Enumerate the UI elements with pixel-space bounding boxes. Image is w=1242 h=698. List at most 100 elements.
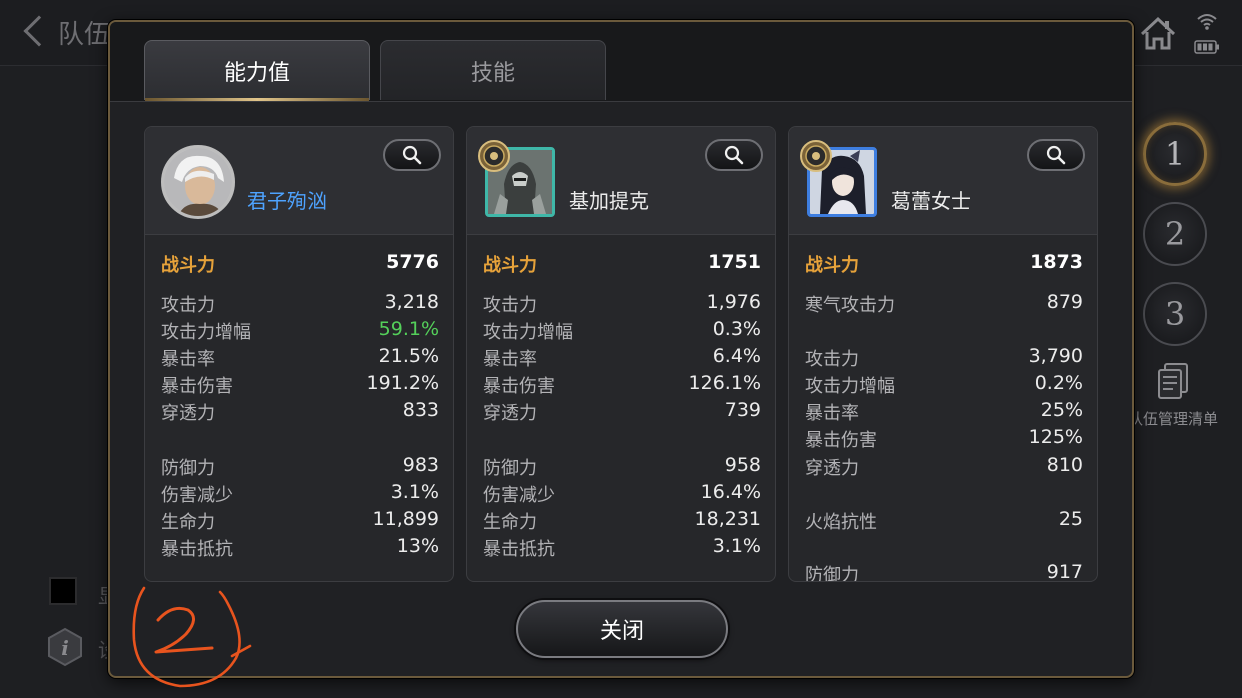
- stat-row: 穿透力 739: [483, 399, 761, 425]
- stat-row: 伤害减少 16.4%: [483, 481, 761, 507]
- hero-portrait: [161, 145, 235, 219]
- stat-value: 25%: [1040, 399, 1083, 421]
- stat-value: 125%: [1028, 426, 1083, 448]
- stat-value: 3,790: [1028, 345, 1083, 367]
- stat-label: 暴击伤害: [161, 376, 233, 397]
- stat-label: 暴击率: [805, 403, 859, 424]
- hero-card-2: 基加提克 战斗力 1751 攻击力 1,976 攻击力增幅 0.3% 暴击率 6.4% …: [466, 126, 776, 582]
- battery-icon: [1194, 40, 1219, 54]
- hero-detail-search-button[interactable]: [705, 139, 763, 171]
- stat-row: 穿透力 833: [161, 399, 439, 425]
- stat-value: 13%: [396, 535, 439, 557]
- stat-label: 战斗力: [483, 255, 537, 276]
- home-icon[interactable]: [1138, 14, 1178, 54]
- stat-label: 攻击力: [161, 295, 215, 316]
- back-arrow-icon[interactable]: [23, 15, 55, 47]
- team-management-label[interactable]: 队伍管理清单: [1128, 408, 1218, 429]
- stat-row: 战斗力 1751: [483, 251, 761, 277]
- stat-row: 攻击力 1,976: [483, 291, 761, 317]
- stat-label: 暴击伤害: [805, 430, 877, 451]
- stat-row: 攻击力增幅 0.3%: [483, 318, 761, 344]
- clipboard-list-icon[interactable]: [1155, 362, 1193, 402]
- stat-row: 暴击伤害 126.1%: [483, 372, 761, 398]
- stat-label: 战斗力: [161, 255, 215, 276]
- stat-value: 1751: [708, 251, 761, 273]
- stat-row: 防御力 983: [161, 454, 439, 480]
- stat-value: 879: [1046, 291, 1083, 313]
- stat-value: 3,218: [384, 291, 439, 313]
- stat-row: 战斗力 5776: [161, 251, 439, 277]
- hero-card-header: 基加提克: [467, 127, 775, 235]
- stat-value: 739: [724, 399, 761, 421]
- stat-value: 25: [1058, 508, 1083, 530]
- stat-value: 3.1%: [712, 535, 761, 557]
- tab-skills[interactable]: 技能: [380, 40, 606, 100]
- magnifier-icon: [402, 145, 422, 165]
- stat-row: 防御力 917: [805, 561, 1083, 582]
- stat-row: 暴击率 6.4%: [483, 345, 761, 371]
- stat-value: 983: [402, 454, 439, 476]
- stat-label: 防御力: [483, 458, 537, 479]
- stat-value: 126.1%: [688, 372, 761, 394]
- close-button[interactable]: 关闭: [516, 600, 728, 658]
- stat-row: 生命力 18,231: [483, 508, 761, 534]
- hero-card-1: 君子殉汹 战斗力 5776 攻击力 3,218 攻击力增幅 59.1% 暴击率 21.5…: [144, 126, 454, 582]
- stat-value: 18,231: [694, 508, 761, 530]
- stat-label: 暴击率: [483, 349, 537, 370]
- stat-value: 191.2%: [366, 372, 439, 394]
- stat-value: 810: [1046, 454, 1083, 476]
- info-icon[interactable]: i: [45, 627, 85, 667]
- hero-card-header: 君子殉汹: [145, 127, 453, 235]
- hero-card-3: 葛蕾女士 战斗力 1873 寒气攻击力 879 攻击力 3,790 攻击力增幅 0.2%…: [788, 126, 1098, 582]
- stat-label: 攻击力增幅: [161, 322, 251, 343]
- svg-text:i: i: [61, 636, 69, 660]
- rank-medal-icon: [478, 140, 510, 172]
- party-button-1[interactable]: 1: [1143, 122, 1207, 186]
- stat-value: 0.3%: [712, 318, 761, 340]
- stat-value: 958: [724, 454, 761, 476]
- stat-label: 暴击抵抗: [483, 539, 555, 560]
- stat-label: 攻击力增幅: [483, 322, 573, 343]
- stat-label: 暴击率: [161, 349, 215, 370]
- party-button-3[interactable]: 3: [1143, 282, 1207, 346]
- stat-row: 攻击力 3,218: [161, 291, 439, 317]
- magnifier-icon: [724, 145, 744, 165]
- handwritten-annotation: [132, 586, 252, 688]
- stat-row: 穿透力 810: [805, 454, 1083, 480]
- stat-label: 防御力: [805, 565, 859, 582]
- stat-value: 5776: [386, 251, 439, 273]
- stat-label: 穿透力: [161, 403, 215, 424]
- hero-detail-search-button[interactable]: [1027, 139, 1085, 171]
- stat-row: 暴击率 21.5%: [161, 345, 439, 371]
- stat-row: 攻击力增幅 59.1%: [161, 318, 439, 344]
- stat-row: 暴击率 25%: [805, 399, 1083, 425]
- stat-label: 伤害减少: [161, 485, 233, 506]
- stat-value: 59.1%: [378, 318, 439, 340]
- stat-label: 攻击力增幅: [805, 376, 895, 397]
- stat-value: 833: [402, 399, 439, 421]
- magnifier-icon: [1046, 145, 1066, 165]
- hero-detail-search-button[interactable]: [383, 139, 441, 171]
- rank-medal-icon: [800, 140, 832, 172]
- stat-label: 战斗力: [805, 255, 859, 276]
- page-title: 队伍: [58, 20, 111, 50]
- stat-row: 生命力 11,899: [161, 508, 439, 534]
- tab-bar: 能力值 技能: [110, 22, 1132, 102]
- stat-label: 攻击力: [483, 295, 537, 316]
- stat-label: 暴击抵抗: [161, 539, 233, 560]
- stat-value: 3.1%: [390, 481, 439, 503]
- tab-stats[interactable]: 能力值: [144, 40, 370, 101]
- stat-row: 战斗力 1873: [805, 251, 1083, 277]
- stat-label: 穿透力: [483, 403, 537, 424]
- option-checkbox[interactable]: [49, 577, 77, 605]
- stat-row: 暴击伤害 125%: [805, 426, 1083, 452]
- stat-value: 1873: [1030, 251, 1083, 273]
- stat-row: 寒气攻击力 879: [805, 291, 1083, 317]
- stat-label: 寒气攻击力: [805, 295, 895, 316]
- stat-label: 防御力: [161, 458, 215, 479]
- stat-value: 6.4%: [712, 345, 761, 367]
- stat-value: 16.4%: [700, 481, 761, 503]
- hero-stats-dialog: 能力值 技能 君子殉汹 战斗力 5776 攻击力 3,218 攻击力增幅 59.…: [108, 20, 1134, 678]
- party-button-2[interactable]: 2: [1143, 202, 1207, 266]
- hero-card-header: 葛蕾女士: [789, 127, 1097, 235]
